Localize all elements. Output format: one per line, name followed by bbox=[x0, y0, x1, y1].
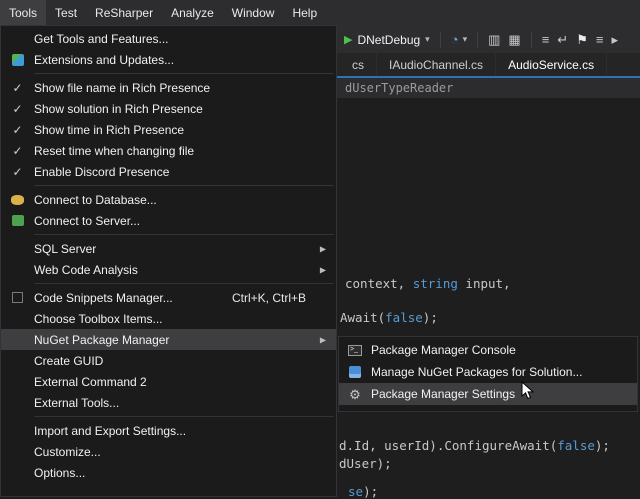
extensions-icon bbox=[12, 54, 24, 66]
submenu-item-package-manager-console[interactable]: >_ Package Manager Console bbox=[339, 339, 637, 361]
menubar-item-help[interactable]: Help bbox=[283, 0, 326, 25]
profiler-icon[interactable]: ◔ bbox=[451, 32, 459, 47]
menu-item-nuget-package-manager[interactable]: NuGet Package Manager ▶ bbox=[1, 329, 336, 350]
more-tools-icon[interactable]: ▸ bbox=[611, 32, 618, 48]
menu-item-create-guid[interactable]: Create GUID bbox=[1, 350, 336, 371]
menubar-item-tools[interactable]: Tools bbox=[0, 0, 46, 25]
menu-item-sql-server[interactable]: SQL Server ▶ bbox=[1, 238, 336, 259]
submenu-arrow-icon: ▶ bbox=[320, 265, 326, 274]
database-icon bbox=[11, 195, 24, 205]
menubar-item-analyze[interactable]: Analyze bbox=[162, 0, 223, 25]
submenu-item-manage-nuget-packages[interactable]: Manage NuGet Packages for Solution... bbox=[339, 361, 637, 383]
menu-item-enable-discord-presence[interactable]: ✓ Enable Discord Presence bbox=[1, 161, 336, 182]
code-line: Await(false); bbox=[340, 310, 438, 325]
server-icon bbox=[12, 215, 24, 226]
menu-item-get-tools-and-features[interactable]: Get Tools and Features... bbox=[1, 28, 336, 49]
checkmark-icon: ✓ bbox=[12, 165, 22, 179]
debug-target-selector[interactable]: DNetDebug bbox=[357, 33, 420, 47]
chevron-down-icon[interactable]: ▾ bbox=[463, 34, 468, 45]
bookmark-icon[interactable]: ⚑ bbox=[576, 32, 588, 48]
submenu-arrow-icon: ▶ bbox=[320, 244, 326, 253]
chevron-down-icon[interactable]: ▾ bbox=[425, 34, 430, 45]
console-icon: >_ bbox=[348, 345, 362, 356]
code-line: dUser); bbox=[339, 456, 392, 471]
submenu-arrow-icon: ▶ bbox=[320, 335, 326, 344]
checkmark-icon: ✓ bbox=[12, 102, 22, 116]
menu-item-web-code-analysis[interactable]: Web Code Analysis ▶ bbox=[1, 259, 336, 280]
code-line: context, string input, bbox=[345, 276, 511, 291]
menu-item-choose-toolbox-items[interactable]: Choose Toolbox Items... bbox=[1, 308, 336, 329]
menu-item-external-tools[interactable]: External Tools... bbox=[1, 392, 336, 413]
menu-item-options[interactable]: Options... bbox=[1, 462, 336, 483]
menubar-item-test[interactable]: Test bbox=[46, 0, 86, 25]
mouse-cursor bbox=[521, 381, 535, 404]
menu-item-external-command-2[interactable]: External Command 2 bbox=[1, 371, 336, 392]
tab-iaudiochannel[interactable]: IAudioChannel.cs bbox=[377, 53, 496, 76]
menu-item-show-solution[interactable]: ✓ Show solution in Rich Presence bbox=[1, 98, 336, 119]
toolbar-separator bbox=[531, 32, 532, 48]
menu-separator bbox=[34, 185, 334, 186]
menu-separator bbox=[34, 73, 334, 74]
menu-bar: Tools Test ReSharper Analyze Window Help bbox=[0, 0, 640, 25]
split-view-icon[interactable]: ▦ bbox=[508, 32, 520, 48]
menubar-item-window[interactable]: Window bbox=[223, 0, 284, 25]
menu-item-code-snippets-manager[interactable]: Code Snippets Manager... Ctrl+K, Ctrl+B bbox=[1, 287, 336, 308]
menu-separator bbox=[34, 283, 334, 284]
menu-item-connect-to-server[interactable]: Connect to Server... bbox=[1, 210, 336, 231]
checkmark-icon: ✓ bbox=[12, 144, 22, 158]
menu-item-reset-time[interactable]: ✓ Reset time when changing file bbox=[1, 140, 336, 161]
menubar-item-resharper[interactable]: ReSharper bbox=[86, 0, 162, 25]
submenu-item-package-manager-settings[interactable]: ⚙ Package Manager Settings bbox=[339, 383, 637, 405]
line-list-icon[interactable]: ≡ bbox=[542, 32, 550, 47]
editor-header-text: dUserTypeReader bbox=[345, 81, 453, 95]
nuget-submenu: >_ Package Manager Console Manage NuGet … bbox=[338, 336, 638, 412]
toolbar-separator bbox=[440, 32, 441, 48]
tab-audioservice[interactable]: AudioService.cs bbox=[496, 53, 607, 76]
checkmark-icon: ✓ bbox=[12, 123, 22, 137]
menu-item-show-file-name[interactable]: ✓ Show file name in Rich Presence bbox=[1, 77, 336, 98]
menu-item-connect-to-database[interactable]: Connect to Database... bbox=[1, 189, 336, 210]
toolbar-separator bbox=[477, 32, 478, 48]
menu-item-show-time[interactable]: ✓ Show time in Rich Presence bbox=[1, 119, 336, 140]
menu-item-import-and-export-settings[interactable]: Import and Export Settings... bbox=[1, 420, 336, 441]
start-debug-icon[interactable]: ▶ bbox=[344, 33, 352, 46]
packages-icon bbox=[349, 366, 361, 378]
gear-icon: ⚙ bbox=[349, 388, 361, 401]
menu-item-customize[interactable]: Customize... bbox=[1, 441, 336, 462]
menu-separator bbox=[34, 234, 334, 235]
menu-separator bbox=[34, 416, 334, 417]
shortcut-text: Ctrl+K, Ctrl+B bbox=[232, 291, 336, 305]
code-line: d.Id, userId).ConfigureAwait(false); bbox=[339, 438, 610, 453]
checkmark-icon: ✓ bbox=[12, 81, 22, 95]
snippets-icon bbox=[12, 292, 23, 303]
window-layout-icon[interactable]: ▥ bbox=[488, 32, 500, 48]
tools-menu: Get Tools and Features... Extensions and… bbox=[0, 25, 337, 497]
tab-partial-cs[interactable]: cs bbox=[340, 53, 377, 76]
menu-item-extensions-and-updates[interactable]: Extensions and Updates... bbox=[1, 49, 336, 70]
word-wrap-icon[interactable]: ↵ bbox=[557, 32, 568, 48]
outline-icon[interactable]: ≡ bbox=[596, 32, 604, 47]
